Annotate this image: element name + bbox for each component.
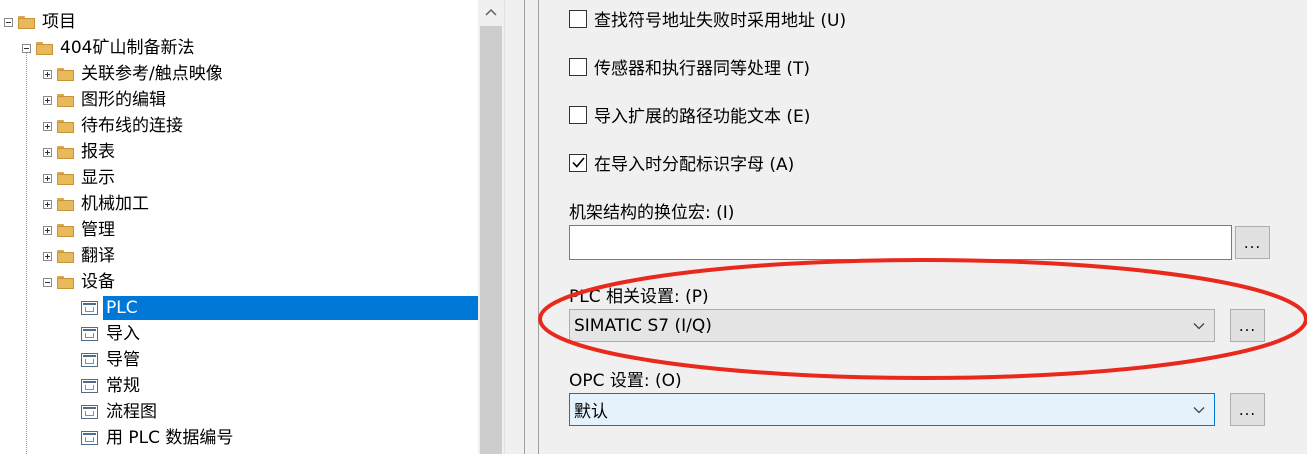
- checkbox-label: 导入扩展的路径功能文本 (E): [594, 107, 811, 127]
- dropdown-value: SIMATIC S7 (I/Q): [574, 315, 712, 336]
- checkbox-import-path-text[interactable]: 导入扩展的路径功能文本 (E): [569, 102, 810, 127]
- rack-macro-label: 机架结构的换位宏: (I): [569, 203, 735, 223]
- tree-node-label: 管理: [81, 220, 115, 240]
- checkmark-icon: [571, 157, 585, 168]
- tree-node-label: 导管: [106, 350, 140, 370]
- collapse-icon[interactable]: [4, 17, 13, 27]
- checkbox-box[interactable]: [569, 57, 587, 76]
- checkbox-label: 传感器和执行器同等处理 (T): [594, 59, 811, 79]
- scroll-up-arrow-icon[interactable]: [478, 0, 504, 24]
- checkbox-same-treatment[interactable]: 传感器和执行器同等处理 (T): [569, 54, 810, 79]
- tree-node-label: 导入: [106, 324, 140, 344]
- tree-node-display[interactable]: 显示: [43, 165, 118, 191]
- opc-settings-label: OPC 设置: (O): [569, 371, 682, 391]
- folder-icon: [57, 119, 74, 133]
- settings-page-icon: [81, 301, 98, 315]
- tree-node-plc[interactable]: PLC: [81, 295, 482, 321]
- tree-node-label: PLC: [103, 296, 482, 320]
- opc-settings-dropdown[interactable]: 默认: [569, 393, 1215, 426]
- folder-icon: [57, 171, 74, 185]
- tree-node-label: 显示: [81, 168, 115, 188]
- opc-settings-browse-button[interactable]: ...: [1230, 393, 1265, 426]
- rack-macro-input[interactable]: [569, 225, 1232, 260]
- settings-page-icon: [81, 379, 98, 393]
- tree-node-devices[interactable]: 设备: [43, 269, 118, 295]
- tree-node-label: 项目: [42, 12, 76, 32]
- tree-node-label: 图形的编辑: [81, 90, 166, 110]
- tree-node-pending-connections[interactable]: 待布线的连接: [43, 113, 186, 139]
- plc-settings-label: PLC 相关设置: (P): [569, 287, 709, 307]
- tree-node-label: 常规: [106, 376, 140, 396]
- tree-node-project[interactable]: 项目: [4, 9, 79, 35]
- collapse-icon[interactable]: [43, 277, 52, 287]
- expand-icon[interactable]: [43, 251, 52, 261]
- tree-node-label: 报表: [81, 142, 115, 162]
- tree-node-plc-numbering[interactable]: 用 PLC 数据编号: [81, 425, 236, 451]
- folder-icon: [57, 275, 74, 289]
- tree-node-project-name[interactable]: 404矿山制备新法: [22, 35, 197, 61]
- plc-settings-dropdown[interactable]: SIMATIC S7 (I/Q): [569, 309, 1215, 342]
- collapse-icon[interactable]: [22, 43, 31, 53]
- folder-icon: [57, 223, 74, 237]
- folder-icon: [57, 145, 74, 159]
- plc-settings-browse-button[interactable]: ...: [1230, 309, 1265, 342]
- settings-page-icon: [81, 353, 98, 367]
- chevron-down-icon[interactable]: [1184, 406, 1214, 414]
- checkbox-assign-id-letters[interactable]: 在导入时分配标识字母 (A): [569, 150, 794, 175]
- expand-icon[interactable]: [43, 173, 52, 183]
- tree-node-label: 用 PLC 数据编号: [106, 428, 234, 448]
- expand-icon[interactable]: [43, 147, 52, 157]
- folder-icon: [36, 41, 53, 55]
- expand-icon[interactable]: [43, 69, 52, 79]
- tree-node-label: 设备: [81, 272, 115, 292]
- dropdown-value: 默认: [574, 402, 608, 422]
- expand-icon[interactable]: [43, 225, 52, 235]
- tree-node-graphic-editing[interactable]: 图形的编辑: [43, 87, 169, 113]
- checkbox-use-address[interactable]: 查找符号地址失败时采用地址 (U): [569, 6, 846, 31]
- tree-node-label: 翻译: [81, 246, 115, 266]
- tree-node-label: 关联参考/触点映像: [81, 64, 223, 84]
- folder-icon: [57, 93, 74, 107]
- folder-icon: [57, 67, 74, 81]
- tree-node-machining[interactable]: 机械加工: [43, 191, 152, 217]
- tree-node-label: 机械加工: [81, 194, 149, 214]
- checkbox-label: 查找符号地址失败时采用地址 (U): [594, 11, 847, 31]
- checkbox-label: 在导入时分配标识字母 (A): [594, 155, 795, 175]
- tree-node-label: 待布线的连接: [81, 116, 183, 136]
- settings-page-icon: [81, 405, 98, 419]
- tree-node-label: 流程图: [106, 402, 157, 422]
- tree-node-conduit[interactable]: 导管: [81, 347, 143, 373]
- tree-node-translation[interactable]: 翻译: [43, 243, 118, 269]
- scrollbar-thumb[interactable]: [480, 26, 502, 454]
- checkbox-box[interactable]: [569, 153, 587, 172]
- tree-node-cross-references[interactable]: 关联参考/触点映像: [43, 61, 226, 87]
- tree-node-flowchart[interactable]: 流程图: [81, 399, 160, 425]
- folder-icon: [18, 15, 35, 29]
- divider: [524, 0, 525, 454]
- folder-icon: [57, 197, 74, 211]
- settings-page-icon: [81, 431, 98, 445]
- tree-node-label: 404矿山制备新法: [60, 38, 195, 58]
- tree-node-import[interactable]: 导入: [81, 321, 143, 347]
- expand-icon[interactable]: [43, 199, 52, 209]
- tree-guide-line: [26, 48, 27, 454]
- tree-scrollbar[interactable]: [478, 0, 504, 454]
- checkbox-box[interactable]: [569, 9, 587, 28]
- settings-page-icon: [81, 327, 98, 341]
- expand-icon[interactable]: [43, 95, 52, 105]
- panel-splitter[interactable]: [504, 0, 524, 454]
- folder-icon: [57, 249, 74, 263]
- tree-node-general[interactable]: 常规: [81, 373, 143, 399]
- expand-icon[interactable]: [43, 121, 52, 131]
- plc-settings-panel: 查找符号地址失败时采用地址 (U) 传感器和执行器同等处理 (T) 导入扩展的路…: [539, 0, 1307, 454]
- rack-macro-browse-button[interactable]: ...: [1235, 226, 1270, 259]
- tree-node-management[interactable]: 管理: [43, 217, 118, 243]
- chevron-down-icon[interactable]: [1184, 322, 1214, 330]
- project-tree[interactable]: 项目 404矿山制备新法 关联参考/触点映像 图形的编辑 待布线的连接 报表 显…: [0, 0, 482, 454]
- project-tree-panel: 项目 404矿山制备新法 关联参考/触点映像 图形的编辑 待布线的连接 报表 显…: [0, 0, 504, 454]
- tree-node-reports[interactable]: 报表: [43, 139, 118, 165]
- checkbox-box[interactable]: [569, 105, 587, 124]
